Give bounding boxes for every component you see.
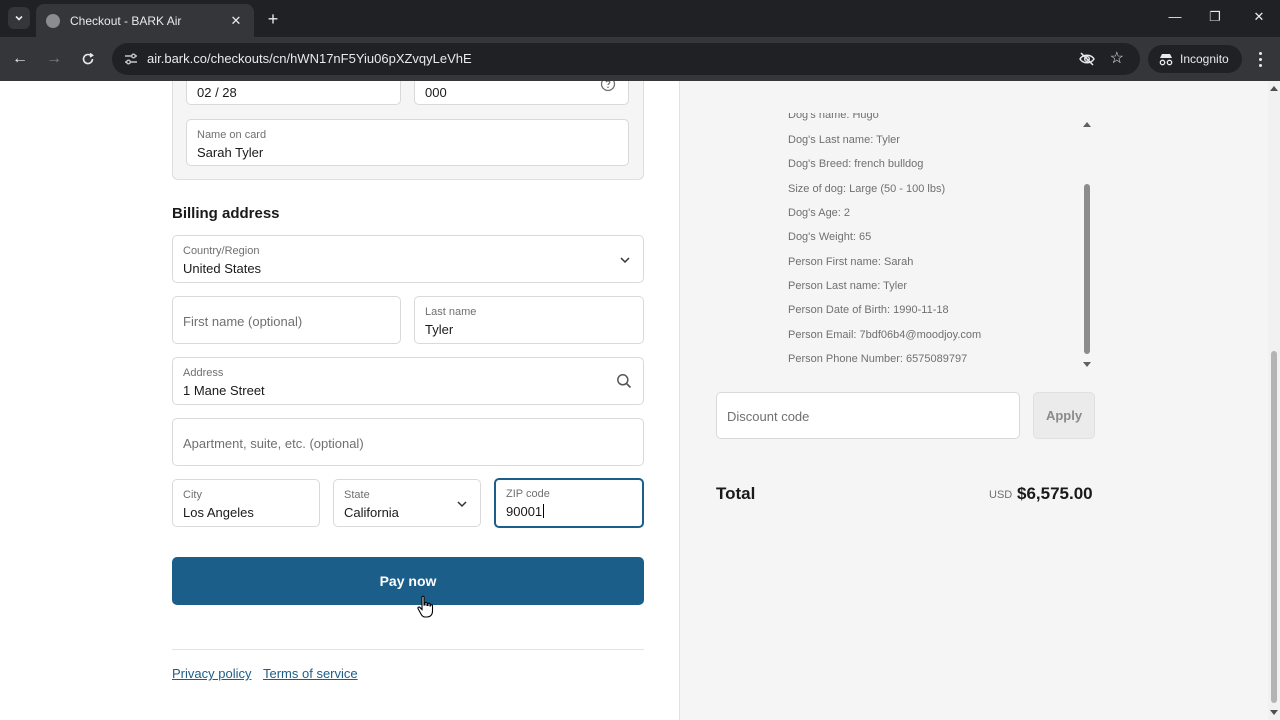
properties-scrollbar[interactable] <box>1080 118 1094 370</box>
property-line: Size of dog: Large (50 - 100 lbs) <box>788 183 946 195</box>
close-window-icon[interactable]: ✕ <box>1249 9 1269 25</box>
address-value: 1 Mane Street <box>183 383 265 398</box>
address-field[interactable]: Address 1 Mane Street <box>172 357 644 405</box>
browser-toolbar: ← → air.bark.co/checkouts/cn/hWN17nF5Yiu… <box>0 37 1280 81</box>
scroll-up-arrow-icon[interactable] <box>1083 122 1091 127</box>
property-line: Person First name: Sarah <box>788 256 914 268</box>
discount-code-placeholder: Discount code <box>727 409 810 424</box>
property-line: Dog's name: Hugo <box>788 113 879 121</box>
chevron-down-icon <box>457 501 467 508</box>
state-select[interactable]: State California <box>333 479 481 527</box>
first-name-placeholder: First name (optional) <box>183 314 303 329</box>
country-label: Country/Region <box>183 245 260 257</box>
scroll-down-arrow-icon[interactable] <box>1270 710 1278 715</box>
minimize-icon[interactable]: — <box>1165 9 1185 24</box>
total-label: Total <box>716 484 756 503</box>
zip-code-value: 90001 <box>506 504 545 519</box>
checkout-page: 02 / 28 000 Name on card Sarah Tyler Bil… <box>0 81 1280 720</box>
scroll-down-arrow-icon[interactable] <box>1083 362 1091 367</box>
zip-code-field[interactable]: ZIP code 90001 <box>494 478 644 528</box>
privacy-policy-link[interactable]: Privacy policy <box>172 666 251 681</box>
page-scrollbar[interactable] <box>1268 81 1280 720</box>
property-line: Person Email: 7bdf06b4@moodjoy.com <box>788 329 982 341</box>
new-tab-button[interactable]: + <box>262 8 284 30</box>
property-line: Dog's Weight: 65 <box>788 231 872 243</box>
total-currency: USD <box>989 489 1013 501</box>
reload-icon[interactable] <box>77 48 99 70</box>
country-select[interactable]: Country/Region United States <box>172 235 644 283</box>
expiry-field[interactable]: 02 / 28 <box>186 81 401 105</box>
browser-tab[interactable]: Checkout - BARK Air ✕ <box>36 4 254 37</box>
pay-now-button[interactable]: Pay now <box>172 557 644 605</box>
security-code-value: 000 <box>425 85 447 100</box>
chevron-down-icon <box>15 15 23 21</box>
more-menu-icon[interactable] <box>1252 48 1268 70</box>
restore-icon[interactable]: ❐ <box>1205 9 1225 25</box>
browser-tab-strip: Checkout - BARK Air ✕ + — ❐ ✕ <box>0 0 1280 37</box>
property-line: Dog's Last name: Tyler <box>788 134 900 146</box>
order-properties-list: Dog's name: Hugo Dog's Last name: Tyler … <box>714 113 1096 371</box>
apartment-placeholder: Apartment, suite, etc. (optional) <box>183 436 364 451</box>
help-circle-icon[interactable] <box>600 81 616 92</box>
property-line: Person Last name: Tyler <box>788 280 908 292</box>
forward-arrow-icon[interactable]: → <box>43 48 65 70</box>
scrollbar-thumb[interactable] <box>1271 351 1277 703</box>
tab-title: Checkout - BARK Air <box>70 13 182 28</box>
apply-discount-button[interactable]: Apply <box>1033 392 1095 439</box>
scrollbar-thumb[interactable] <box>1084 184 1090 354</box>
property-line: Dog's Breed: french bulldog <box>788 158 924 170</box>
total-amount: $6,575.00 <box>1017 484 1093 503</box>
zip-code-label: ZIP code <box>506 488 550 500</box>
state-label: State <box>344 489 370 501</box>
back-arrow-icon[interactable]: ← <box>9 48 31 70</box>
incognito-label: Incognito <box>1180 52 1229 66</box>
scroll-up-arrow-icon[interactable] <box>1270 86 1278 91</box>
expiry-value: 02 / 28 <box>197 85 237 100</box>
state-value: California <box>344 505 399 520</box>
country-value: United States <box>183 261 262 276</box>
incognito-icon <box>1159 54 1173 66</box>
hand-cursor-icon <box>417 595 434 618</box>
footer-divider <box>172 649 644 650</box>
url-text: air.bark.co/checkouts/cn/hWN17nF5Yiu06pX… <box>147 51 472 66</box>
address-bar[interactable]: air.bark.co/checkouts/cn/hWN17nF5Yiu06pX… <box>112 43 1140 75</box>
terms-of-service-link[interactable]: Terms of service <box>263 666 358 681</box>
discount-code-input[interactable]: Discount code <box>716 392 1020 439</box>
property-line: Dog's Age: 2 <box>788 207 851 219</box>
property-line: Person Date of Birth: 1990-11-18 <box>788 304 949 316</box>
search-icon <box>617 374 632 389</box>
bookmark-star-icon[interactable]: ☆ <box>1110 48 1124 68</box>
chevron-down-icon <box>620 257 630 264</box>
last-name-label: Last name <box>425 306 477 318</box>
apartment-field[interactable]: Apartment, suite, etc. (optional) <box>172 418 644 466</box>
property-line: Person Phone Number: 6575089797 <box>788 353 968 365</box>
city-value: Los Angeles <box>183 505 254 520</box>
globe-icon <box>46 13 60 28</box>
first-name-field[interactable]: First name (optional) <box>172 296 401 344</box>
tab-search-button[interactable] <box>8 7 30 29</box>
last-name-value: Tyler <box>425 322 454 337</box>
site-info-icon[interactable] <box>122 50 140 68</box>
close-tab-icon[interactable]: ✕ <box>228 13 244 29</box>
city-field[interactable]: City Los Angeles <box>172 479 320 527</box>
address-label: Address <box>183 367 224 379</box>
name-on-card-field[interactable]: Name on card Sarah Tyler <box>186 119 629 166</box>
name-on-card-label: Name on card <box>197 129 267 141</box>
incognito-badge[interactable]: Incognito <box>1148 45 1242 73</box>
billing-address-heading: Billing address <box>172 205 280 222</box>
city-label: City <box>183 489 202 501</box>
name-on-card-value: Sarah Tyler <box>197 145 264 160</box>
last-name-field[interactable]: Last name Tyler <box>414 296 644 344</box>
eye-off-icon[interactable] <box>1078 50 1096 68</box>
security-code-field[interactable]: 000 <box>414 81 629 105</box>
text-caret <box>543 504 545 518</box>
